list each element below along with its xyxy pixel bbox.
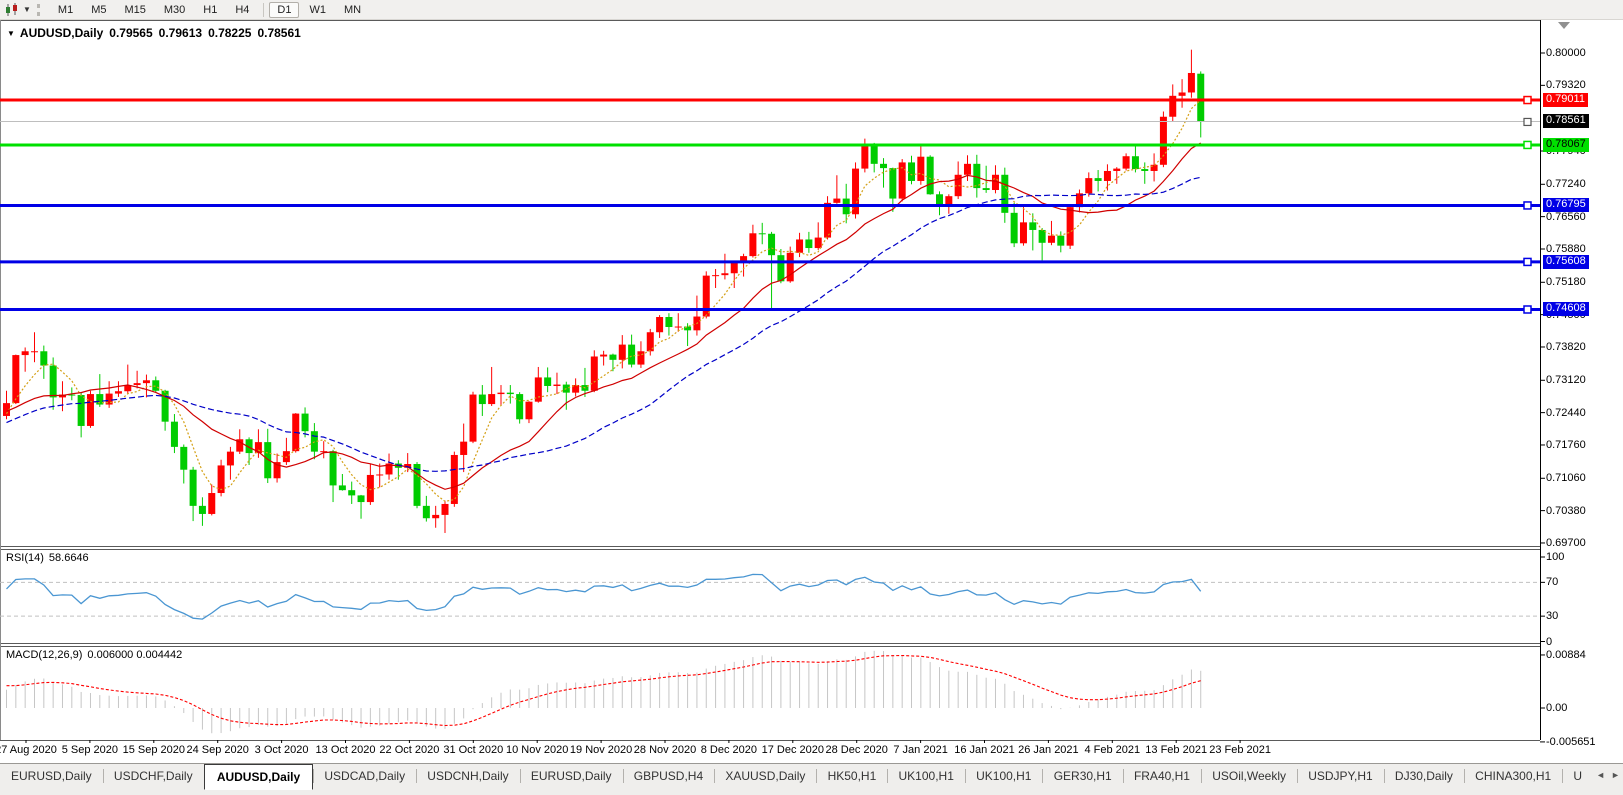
chart-tab-xauusd-daily[interactable]: XAUUSD,Daily bbox=[714, 765, 816, 788]
chart-tab-usoil-weekly[interactable]: USOil,Weekly bbox=[1201, 765, 1297, 788]
date-label-2: 5 Sep 2020 bbox=[62, 744, 118, 756]
timeframe-button-h1[interactable]: H1 bbox=[195, 2, 225, 18]
macd-tick-0.00884: 0.00884 bbox=[1546, 649, 1586, 661]
rsi-tick-30: 30 bbox=[1546, 610, 1558, 622]
date-label-11: 28 Nov 2020 bbox=[634, 744, 696, 756]
date-label-9: 10 Nov 2020 bbox=[506, 744, 568, 756]
hline-price-badge-0.75608: 0.75608 bbox=[1543, 255, 1589, 269]
price-tick-0.75880: 0.75880 bbox=[1546, 243, 1586, 255]
date-label-8: 31 Oct 2020 bbox=[443, 744, 503, 756]
rsi-indicator-value: 58.6646 bbox=[49, 552, 89, 564]
price-tick-0.70380: 0.70380 bbox=[1546, 505, 1586, 517]
chart-tab-uk100-h1[interactable]: UK100,H1 bbox=[888, 765, 965, 788]
macd-tick--0.005651: -0.005651 bbox=[1546, 736, 1596, 748]
price-tick-0.79320: 0.79320 bbox=[1546, 79, 1586, 91]
chevron-down-icon[interactable]: ▼ bbox=[23, 5, 31, 14]
date-label-3: 15 Sep 2020 bbox=[123, 744, 185, 756]
chart-tab-eurusd-daily[interactable]: EURUSD,Daily bbox=[520, 765, 623, 788]
toolbar-grip-handle[interactable] bbox=[37, 4, 43, 16]
date-label-20: 23 Feb 2021 bbox=[1209, 744, 1271, 756]
timeframe-button-w1[interactable]: W1 bbox=[301, 2, 334, 18]
chart-title: ▼ AUDUSD,Daily 0.79565 0.79613 0.78225 0.7856… bbox=[7, 26, 307, 40]
price-tick-0.77240: 0.77240 bbox=[1546, 178, 1586, 190]
date-label-6: 13 Oct 2020 bbox=[316, 744, 376, 756]
date-label-5: 3 Oct 2020 bbox=[255, 744, 309, 756]
chart-tab-usdcnh-daily[interactable]: USDCNH,Daily bbox=[416, 765, 519, 788]
macd-indicator-values: 0.006000 0.004442 bbox=[87, 649, 182, 661]
date-label-1: 27 Aug 2020 bbox=[0, 744, 57, 756]
close-value: 0.78561 bbox=[257, 26, 300, 40]
hline-price-badge-0.74608: 0.74608 bbox=[1543, 302, 1589, 316]
candlestick-chart-icon[interactable] bbox=[4, 3, 22, 17]
timeframe-button-h4[interactable]: H4 bbox=[227, 2, 257, 18]
chart-tab-bar: EURUSD,DailyUSDCHF,DailyAUDUSD,DailyUSDC… bbox=[0, 763, 1623, 795]
date-label-10: 19 Nov 2020 bbox=[570, 744, 632, 756]
timeframe-buttons: M1M5M15M30H1H4 D1W1MN bbox=[49, 2, 370, 18]
price-tick-0.73120: 0.73120 bbox=[1546, 374, 1586, 386]
chart-tab-dj30-daily[interactable]: DJ30,Daily bbox=[1384, 765, 1464, 788]
symbol-period-label: AUDUSD,Daily bbox=[20, 26, 103, 40]
hline-price-badge-0.78067: 0.78067 bbox=[1543, 138, 1589, 152]
timeframe-button-d1[interactable]: D1 bbox=[269, 2, 299, 18]
chart-tab-audusd-daily[interactable]: AUDUSD,Daily bbox=[204, 764, 313, 790]
timeframe-button-m1[interactable]: M1 bbox=[50, 2, 81, 18]
price-tick-0.80000: 0.80000 bbox=[1546, 47, 1586, 59]
rsi-indicator-name: RSI(14) bbox=[6, 552, 44, 564]
tab-scroll-right-icon[interactable]: ► bbox=[1608, 764, 1623, 786]
chart-tab-usdchf-daily[interactable]: USDCHF,Daily bbox=[103, 765, 204, 788]
chart-shift-marker-icon[interactable] bbox=[1558, 22, 1570, 29]
collapse-indicators-icon[interactable]: ▼ bbox=[7, 29, 15, 38]
toolbar-separator bbox=[263, 3, 264, 17]
hline-price-badge-0.76795: 0.76795 bbox=[1543, 198, 1589, 212]
timeframe-button-mn[interactable]: MN bbox=[336, 2, 369, 18]
date-label-15: 7 Jan 2021 bbox=[893, 744, 947, 756]
date-label-12: 8 Dec 2020 bbox=[701, 744, 757, 756]
chart-tab-eurusd-daily[interactable]: EURUSD,Daily bbox=[0, 765, 103, 788]
price-tick-0.73820: 0.73820 bbox=[1546, 341, 1586, 353]
macd-panel-label: MACD(12,26,9) 0.006000 0.004442 bbox=[6, 649, 187, 661]
rsi-panel-label: RSI(14) 58.6646 bbox=[6, 552, 94, 564]
low-value: 0.78225 bbox=[208, 26, 251, 40]
macd-indicator-name: MACD(12,26,9) bbox=[6, 649, 82, 661]
chart-tab-china300-h1[interactable]: CHINA300,H1 bbox=[1464, 765, 1562, 788]
rsi-tick-0: 0 bbox=[1546, 636, 1552, 648]
chart-tab-hk50-h1[interactable]: HK50,H1 bbox=[817, 765, 888, 788]
chart-tab-usdcad-daily[interactable]: USDCAD,Daily bbox=[313, 765, 416, 788]
price-tick-0.69700: 0.69700 bbox=[1546, 537, 1586, 549]
chart-tab-gbpusd-h4[interactable]: GBPUSD,H4 bbox=[623, 765, 714, 788]
price-tick-0.72440: 0.72440 bbox=[1546, 407, 1586, 419]
date-label-7: 22 Oct 2020 bbox=[379, 744, 439, 756]
current-price-badge: 0.78561 bbox=[1543, 114, 1589, 128]
chart-tab-usdjpy-h1[interactable]: USDJPY,H1 bbox=[1297, 765, 1383, 788]
date-label-13: 17 Dec 2020 bbox=[762, 744, 824, 756]
tab-scroll-left-icon[interactable]: ◄ bbox=[1593, 764, 1608, 786]
date-label-4: 24 Sep 2020 bbox=[186, 744, 248, 756]
chart-tab-u[interactable]: U bbox=[1562, 765, 1593, 788]
chart-tab-ger30-h1[interactable]: GER30,H1 bbox=[1043, 765, 1123, 788]
date-label-16: 16 Jan 2021 bbox=[954, 744, 1015, 756]
timeframe-button-m15[interactable]: M15 bbox=[116, 2, 153, 18]
price-tick-0.75180: 0.75180 bbox=[1546, 276, 1586, 288]
chart-plot-area[interactable] bbox=[0, 20, 1540, 740]
chart-tab-uk100-h1[interactable]: UK100,H1 bbox=[965, 765, 1042, 788]
open-value: 0.79565 bbox=[109, 26, 152, 40]
date-label-18: 4 Feb 2021 bbox=[1084, 744, 1140, 756]
date-label-14: 28 Dec 2020 bbox=[825, 744, 887, 756]
timeframe-button-m5[interactable]: M5 bbox=[83, 2, 114, 18]
price-tick-0.71760: 0.71760 bbox=[1546, 439, 1586, 451]
chart-window: ▼ AUDUSD,Daily 0.79565 0.79613 0.78225 0.7856… bbox=[0, 20, 1623, 763]
mt4-terminal-window: ▼ M1M5M15M30H1H4 D1W1MN ▼ AUDUSD,Daily 0.79… bbox=[0, 0, 1623, 795]
price-tick-0.71060: 0.71060 bbox=[1546, 472, 1586, 484]
high-value: 0.79613 bbox=[159, 26, 202, 40]
timeframe-button-m30[interactable]: M30 bbox=[156, 2, 193, 18]
rsi-tick-100: 100 bbox=[1546, 551, 1564, 563]
macd-tick-0.00: 0.00 bbox=[1546, 702, 1567, 714]
date-label-19: 13 Feb 2021 bbox=[1145, 744, 1207, 756]
rsi-tick-70: 70 bbox=[1546, 576, 1558, 588]
timeframe-toolbar: ▼ M1M5M15M30H1H4 D1W1MN bbox=[0, 0, 1623, 20]
hline-price-badge-0.79011: 0.79011 bbox=[1543, 93, 1588, 107]
chart-tab-fra40-h1[interactable]: FRA40,H1 bbox=[1123, 765, 1201, 788]
date-label-17: 26 Jan 2021 bbox=[1018, 744, 1079, 756]
